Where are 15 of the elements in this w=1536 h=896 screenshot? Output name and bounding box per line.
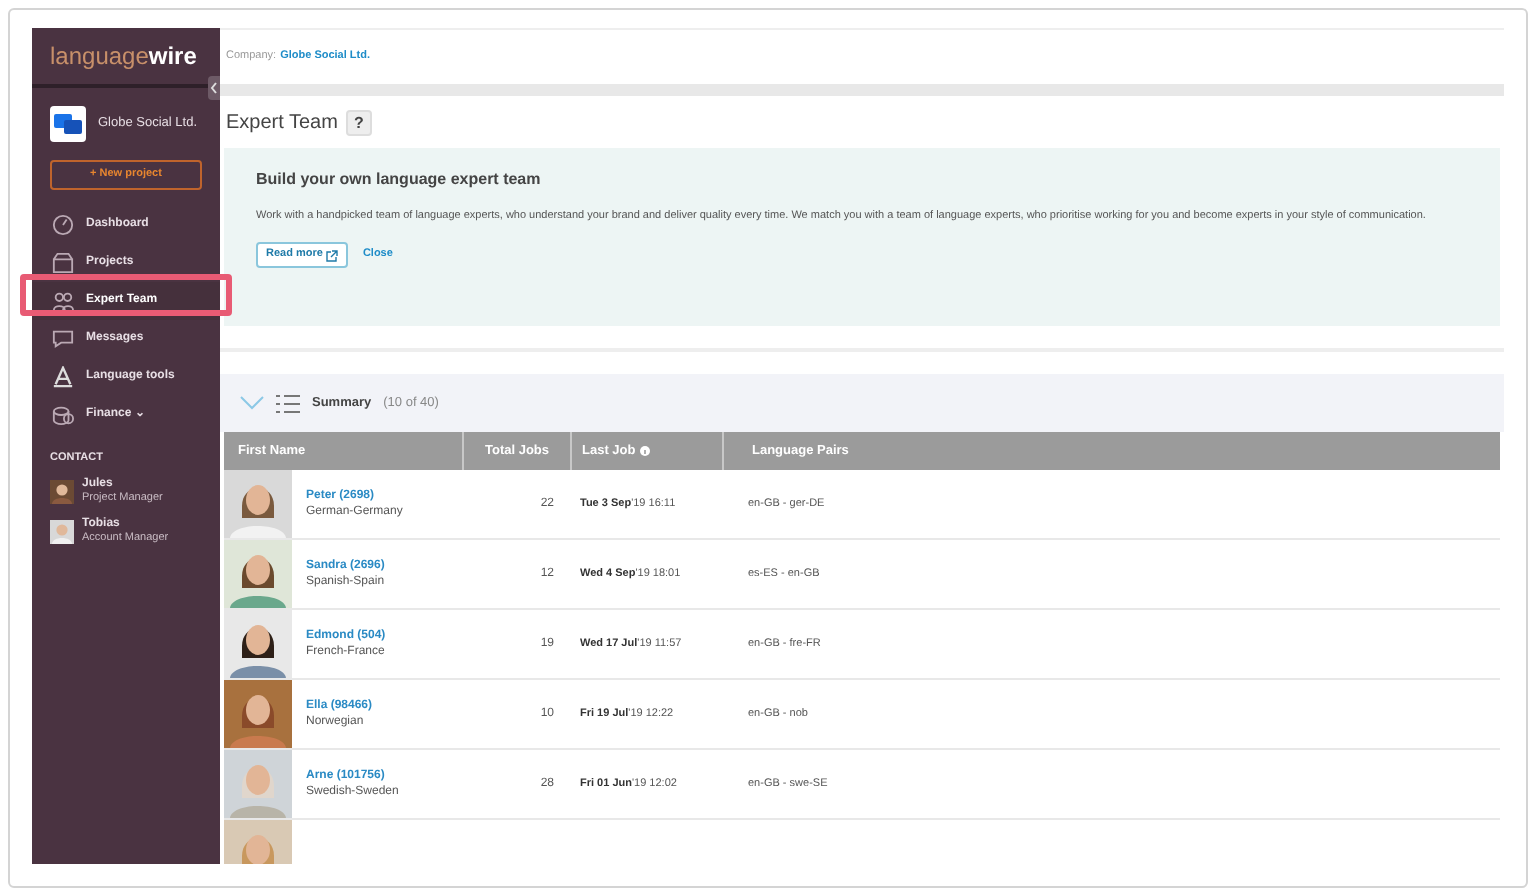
gauge-icon <box>52 214 74 236</box>
callout-title: Build your own language expert team <box>256 168 543 192</box>
box-icon <box>52 252 74 274</box>
info-icon <box>639 446 650 456</box>
external-link-icon <box>326 249 339 261</box>
list-icon <box>276 393 300 413</box>
help-button[interactable]: ? <box>345 109 372 135</box>
collapse-tab[interactable] <box>208 76 220 100</box>
letter-icon <box>52 366 74 388</box>
page-title: Expert Team <box>226 109 338 137</box>
chat-icon <box>52 328 74 350</box>
logo: languagewire <box>48 40 199 74</box>
coins-icon <box>52 404 74 426</box>
company-logo-icon <box>50 106 86 142</box>
people-icon <box>52 290 74 312</box>
